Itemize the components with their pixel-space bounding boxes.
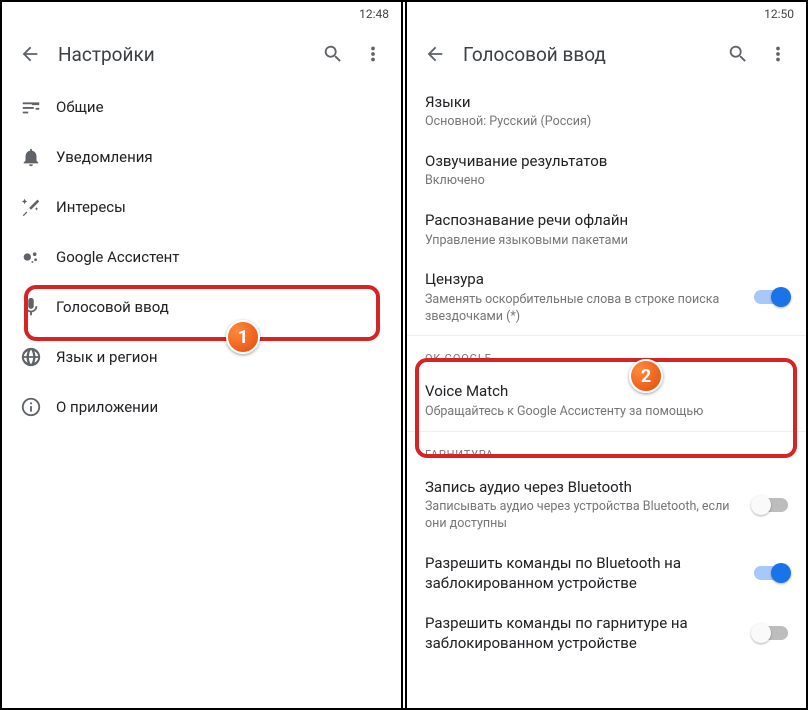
label: Голосовой ввод <box>56 297 375 317</box>
row-voice-match[interactable]: Voice Match Обращайтесь к Google Ассисте… <box>407 371 806 430</box>
row-tts[interactable]: Озвучивание результатов Включено <box>407 141 806 200</box>
row-interests[interactable]: Интересы <box>2 182 401 232</box>
info-icon <box>20 396 42 418</box>
assistant-icon <box>20 246 42 268</box>
row-headset-locked[interactable]: Разрешить команды по гарнитуре на заблок… <box>407 603 806 664</box>
search-button[interactable] <box>313 34 353 74</box>
label: Языки <box>425 92 780 112</box>
switch-censor[interactable] <box>754 290 788 304</box>
label: О приложении <box>56 397 375 417</box>
tune-icon <box>20 96 42 118</box>
sublabel: Записывать аудио через устройства Blueto… <box>425 499 746 533</box>
switch-headset-locked[interactable] <box>754 626 788 640</box>
section-ok-google: OK GOOGLE <box>407 336 806 371</box>
row-language[interactable]: Язык и регион <box>2 332 401 382</box>
settings-list: Общие Уведомления Интересы Google Ассист… <box>2 82 401 708</box>
row-bt-record[interactable]: Запись аудио через Bluetooth Записывать … <box>407 467 806 543</box>
clock: 12:48 <box>359 7 389 21</box>
label: Язык и регион <box>56 347 375 367</box>
row-bt-locked[interactable]: Разрешить команды по Bluetooth на заблок… <box>407 543 806 604</box>
globe-icon <box>20 346 42 368</box>
search-icon <box>727 43 749 65</box>
more-vert-icon <box>362 43 384 65</box>
app-bar: Голосовой ввод <box>407 26 806 82</box>
section-headset: ГАРНИТУРА <box>407 432 806 467</box>
mic-icon <box>20 296 42 318</box>
search-button[interactable] <box>718 34 758 74</box>
label: Интересы <box>56 197 375 217</box>
voice-pane: 12:50 Голосовой ввод Языки Основной: Рус… <box>401 2 806 708</box>
label: Разрешить команды по гарнитуре на заблок… <box>425 613 746 654</box>
label: Цензура <box>425 269 746 289</box>
page-title: Настройки <box>50 43 313 66</box>
label: Уведомления <box>56 147 375 167</box>
label: Распознавание речи офлайн <box>425 210 780 230</box>
voice-list: Языки Основной: Русский (Россия) Озвучив… <box>407 82 806 708</box>
sublabel: Управление языковыми пакетами <box>425 233 780 250</box>
sublabel: Основной: Русский (Россия) <box>425 114 780 131</box>
row-voice-input[interactable]: Голосовой ввод <box>2 282 401 332</box>
label: Voice Match <box>425 381 780 401</box>
back-button[interactable] <box>10 34 50 74</box>
row-about[interactable]: О приложении <box>2 382 401 432</box>
row-notifications[interactable]: Уведомления <box>2 132 401 182</box>
wand-icon <box>20 196 42 218</box>
search-icon <box>322 43 344 65</box>
sublabel: Обращайтесь к Google Ассистенту за помощ… <box>425 404 780 421</box>
label: Запись аудио через Bluetooth <box>425 477 746 497</box>
row-general[interactable]: Общие <box>2 82 401 132</box>
row-offline[interactable]: Распознавание речи офлайн Управление язы… <box>407 200 806 259</box>
app-bar: Настройки <box>2 26 401 82</box>
switch-bt-record[interactable] <box>754 498 788 512</box>
arrow-back-icon <box>424 43 446 65</box>
more-vert-icon <box>767 43 789 65</box>
label: Озвучивание результатов <box>425 151 780 171</box>
sublabel: Заменять оскорбительные слова в строке п… <box>425 292 746 326</box>
bell-icon <box>20 146 42 168</box>
row-assistant[interactable]: Google Ассистент <box>2 232 401 282</box>
pane-divider <box>401 2 407 708</box>
label: Общие <box>56 97 375 117</box>
row-languages[interactable]: Языки Основной: Русский (Россия) <box>407 82 806 141</box>
settings-pane: 12:48 Настройки Общие Уведомления <box>2 2 401 708</box>
label: Google Ассистент <box>56 247 375 267</box>
clock: 12:50 <box>764 7 794 21</box>
back-button[interactable] <box>415 34 455 74</box>
arrow-back-icon <box>19 43 41 65</box>
overflow-button[interactable] <box>758 34 798 74</box>
status-bar: 12:50 <box>407 2 806 26</box>
switch-bt-locked[interactable] <box>754 566 788 580</box>
label: Разрешить команды по Bluetooth на заблок… <box>425 553 746 594</box>
page-title: Голосовой ввод <box>455 43 718 66</box>
status-bar: 12:48 <box>2 2 401 26</box>
row-censor[interactable]: Цензура Заменять оскорбительные слова в … <box>407 259 806 335</box>
overflow-button[interactable] <box>353 34 393 74</box>
sublabel: Включено <box>425 173 780 190</box>
